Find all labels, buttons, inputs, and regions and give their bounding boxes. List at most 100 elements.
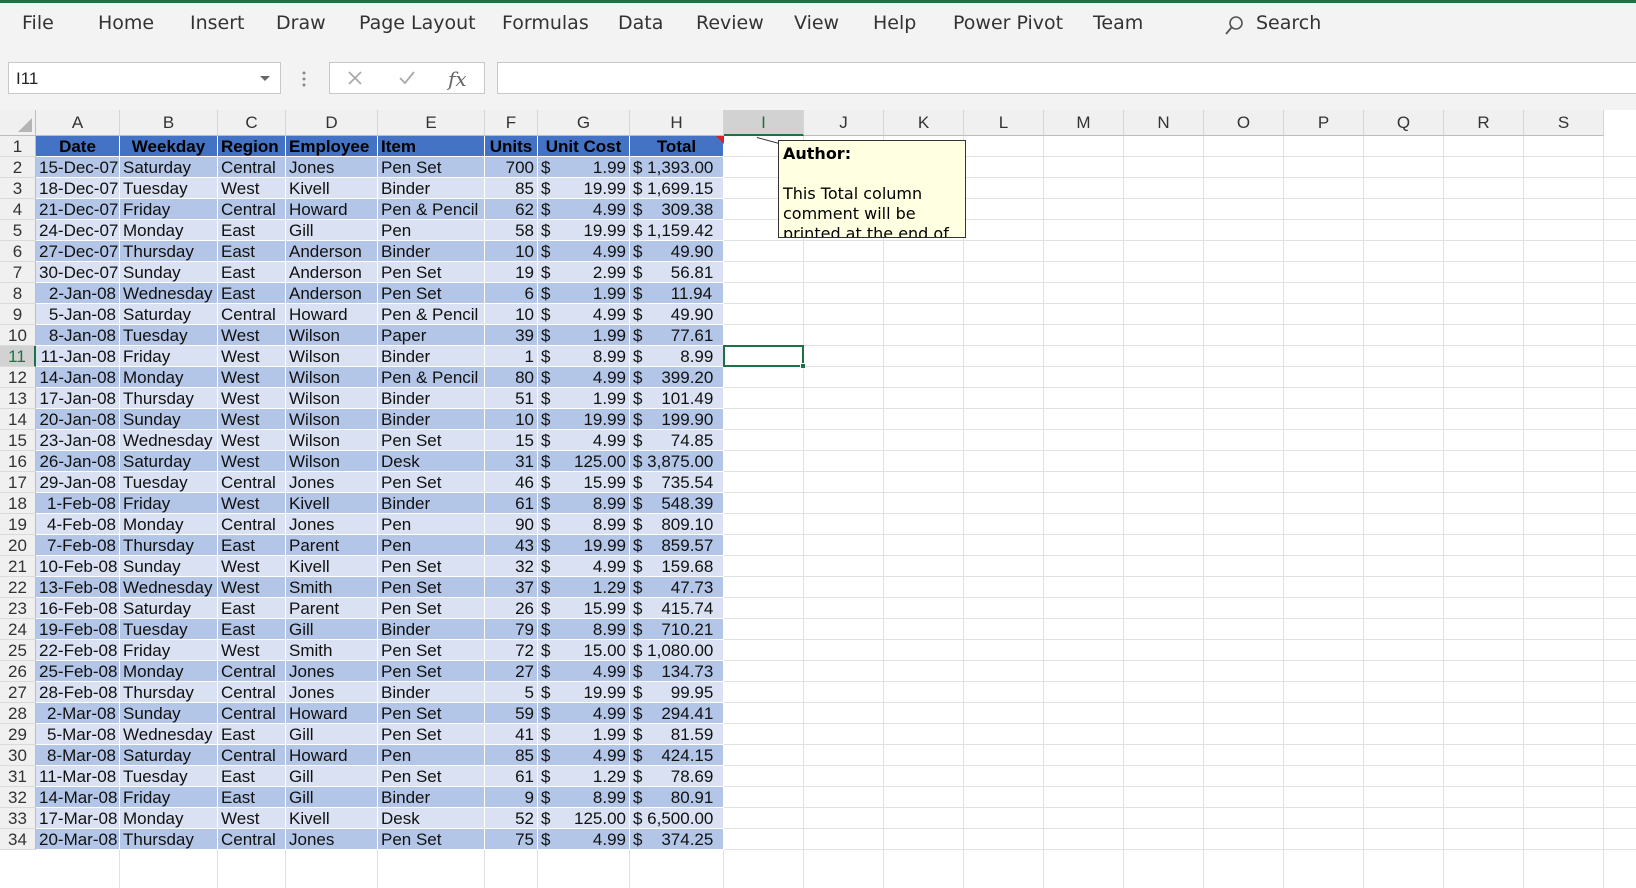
date-cell[interactable]: 16-Feb-08: [36, 598, 120, 619]
total-cell[interactable]: $ 309.38: [630, 199, 724, 220]
row-header-34[interactable]: 34: [0, 829, 36, 850]
unit-cost-currency[interactable]: $: [538, 262, 560, 283]
units-cell[interactable]: 37: [485, 577, 538, 598]
total-cell[interactable]: $ 159.68: [630, 556, 724, 577]
cancel-icon[interactable]: [347, 70, 363, 86]
region-cell[interactable]: East: [218, 220, 286, 241]
selected-cell-outline[interactable]: [723, 345, 806, 369]
region-cell[interactable]: East: [218, 766, 286, 787]
ribbon-tab-help[interactable]: Help: [873, 12, 916, 34]
employee-cell[interactable]: Anderson: [286, 283, 378, 304]
region-cell[interactable]: West: [218, 577, 286, 598]
name-box[interactable]: I11: [8, 62, 281, 94]
region-cell[interactable]: West: [218, 409, 286, 430]
item-cell[interactable]: Pen & Pencil: [378, 367, 485, 388]
item-cell[interactable]: Binder: [378, 346, 485, 367]
item-cell[interactable]: Pen Set: [378, 556, 485, 577]
cell-comment-box[interactable]: Author: This Total column comment will b…: [778, 140, 966, 238]
units-cell[interactable]: 5: [485, 682, 538, 703]
employee-cell[interactable]: Jones: [286, 682, 378, 703]
units-cell[interactable]: 90: [485, 514, 538, 535]
employee-cell[interactable]: Jones: [286, 472, 378, 493]
row-header-21[interactable]: 21: [0, 556, 36, 577]
date-cell[interactable]: 15-Dec-07: [36, 157, 120, 178]
weekday-cell[interactable]: Saturday: [120, 745, 218, 766]
region-cell[interactable]: Central: [218, 745, 286, 766]
total-cell[interactable]: $ 56.81: [630, 262, 724, 283]
ribbon-tab-home[interactable]: Home: [98, 12, 154, 34]
row-header-19[interactable]: 19: [0, 514, 36, 535]
column-header-e[interactable]: E: [378, 110, 485, 136]
table-header-cell[interactable]: Region: [218, 136, 286, 157]
unit-cost-cell[interactable]: 1.29: [560, 577, 630, 598]
date-cell[interactable]: 20-Jan-08: [36, 409, 120, 430]
row-header-1[interactable]: 1: [0, 136, 36, 157]
unit-cost-cell[interactable]: 19.99: [560, 682, 630, 703]
weekday-cell[interactable]: Friday: [120, 346, 218, 367]
item-cell[interactable]: Pen Set: [378, 283, 485, 304]
region-cell[interactable]: East: [218, 598, 286, 619]
date-cell[interactable]: 2-Mar-08: [36, 703, 120, 724]
table-header-cell[interactable]: Units: [485, 136, 538, 157]
employee-cell[interactable]: Parent: [286, 535, 378, 556]
unit-cost-currency[interactable]: $: [538, 178, 560, 199]
table-header-cell[interactable]: Item: [378, 136, 485, 157]
units-cell[interactable]: 85: [485, 745, 538, 766]
unit-cost-currency[interactable]: $: [538, 514, 560, 535]
employee-cell[interactable]: Howard: [286, 199, 378, 220]
item-cell[interactable]: Desk: [378, 808, 485, 829]
region-cell[interactable]: Central: [218, 199, 286, 220]
table-header-cell[interactable]: Unit Cost: [538, 136, 630, 157]
weekday-cell[interactable]: Wednesday: [120, 283, 218, 304]
employee-cell[interactable]: Jones: [286, 661, 378, 682]
total-cell[interactable]: $ 80.91: [630, 787, 724, 808]
unit-cost-cell[interactable]: 19.99: [560, 178, 630, 199]
weekday-cell[interactable]: Friday: [120, 640, 218, 661]
date-cell[interactable]: 2-Jan-08: [36, 283, 120, 304]
weekday-cell[interactable]: Thursday: [120, 682, 218, 703]
total-cell[interactable]: $ 424.15: [630, 745, 724, 766]
total-cell[interactable]: $ 199.90: [630, 409, 724, 430]
ribbon-tab-formulas[interactable]: Formulas: [502, 12, 589, 34]
total-cell[interactable]: $ 49.90: [630, 241, 724, 262]
item-cell[interactable]: Pen: [378, 220, 485, 241]
more-options-icon[interactable]: [302, 70, 306, 88]
weekday-cell[interactable]: Wednesday: [120, 577, 218, 598]
date-cell[interactable]: 24-Dec-07: [36, 220, 120, 241]
unit-cost-cell[interactable]: 8.99: [560, 619, 630, 640]
item-cell[interactable]: Paper: [378, 325, 485, 346]
region-cell[interactable]: East: [218, 787, 286, 808]
region-cell[interactable]: Central: [218, 682, 286, 703]
weekday-cell[interactable]: Sunday: [120, 703, 218, 724]
column-header-q[interactable]: Q: [1364, 110, 1444, 136]
weekday-cell[interactable]: Thursday: [120, 829, 218, 850]
region-cell[interactable]: Central: [218, 157, 286, 178]
units-cell[interactable]: 61: [485, 493, 538, 514]
date-cell[interactable]: 14-Mar-08: [36, 787, 120, 808]
row-header-22[interactable]: 22: [0, 577, 36, 598]
date-cell[interactable]: 5-Mar-08: [36, 724, 120, 745]
unit-cost-currency[interactable]: $: [538, 472, 560, 493]
unit-cost-currency[interactable]: $: [538, 388, 560, 409]
unit-cost-cell[interactable]: 1.99: [560, 724, 630, 745]
units-cell[interactable]: 1: [485, 346, 538, 367]
region-cell[interactable]: West: [218, 325, 286, 346]
unit-cost-currency[interactable]: $: [538, 766, 560, 787]
weekday-cell[interactable]: Monday: [120, 367, 218, 388]
weekday-cell[interactable]: Thursday: [120, 241, 218, 262]
row-header-18[interactable]: 18: [0, 493, 36, 514]
date-cell[interactable]: 11-Jan-08: [36, 346, 120, 367]
date-cell[interactable]: 29-Jan-08: [36, 472, 120, 493]
unit-cost-currency[interactable]: $: [538, 157, 560, 178]
units-cell[interactable]: 75: [485, 829, 538, 850]
item-cell[interactable]: Binder: [378, 409, 485, 430]
units-cell[interactable]: 31: [485, 451, 538, 472]
region-cell[interactable]: West: [218, 451, 286, 472]
employee-cell[interactable]: Wilson: [286, 430, 378, 451]
unit-cost-currency[interactable]: $: [538, 577, 560, 598]
item-cell[interactable]: Pen & Pencil: [378, 304, 485, 325]
date-cell[interactable]: 14-Jan-08: [36, 367, 120, 388]
date-cell[interactable]: 1-Feb-08: [36, 493, 120, 514]
unit-cost-cell[interactable]: 4.99: [560, 241, 630, 262]
unit-cost-cell[interactable]: 4.99: [560, 703, 630, 724]
